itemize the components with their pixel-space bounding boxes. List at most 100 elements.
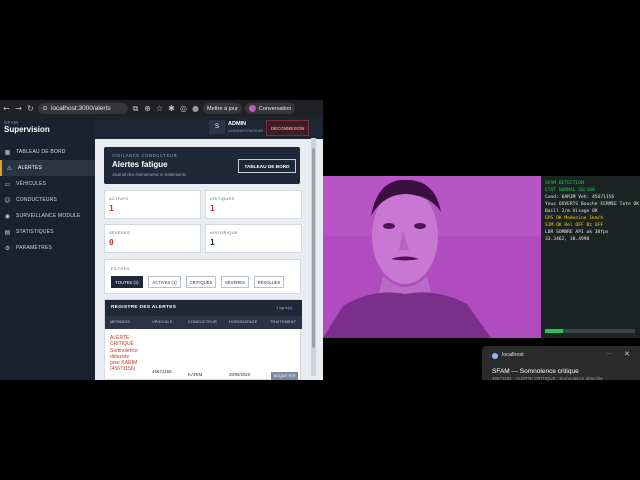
sidebar-item-settings[interactable]: ⚙ PARAMÈTRES <box>0 240 95 256</box>
chart-icon: ▤ <box>4 228 11 236</box>
stat-label: ACTIVES <box>109 196 129 201</box>
notification-title: SFAM — Somnolence critique <box>492 368 579 375</box>
sidebar-item-label: VÉHICULES <box>16 181 47 187</box>
back-icon[interactable]: ← <box>2 104 11 113</box>
user-icon: ☺ <box>4 196 11 204</box>
column-header: MESSAGE <box>110 320 131 324</box>
close-icon[interactable]: ✕ <box>624 350 630 358</box>
filter-resolved-button[interactable]: RÉSOLUES <box>254 276 284 288</box>
filter-severe-button[interactable]: SÉVÈRES <box>221 276 249 288</box>
stat-card-severe: SÉVÈRES 0 <box>104 224 201 253</box>
forward-icon[interactable]: → <box>14 104 23 113</box>
avatar[interactable]: ● <box>191 104 200 113</box>
column-header: TRAITEMENT <box>270 320 297 324</box>
filters-panel: FILTRES TOUTES (1) ACTIVES (1) CRITIQUES… <box>104 259 301 294</box>
extensions-icon[interactable]: ✱ <box>167 104 176 113</box>
brand-title: Supervision <box>4 125 50 134</box>
sidebar-item-statistics[interactable]: ▤ STATISTIQUES <box>0 224 95 240</box>
zoom-icon[interactable]: ⊕ <box>143 104 152 113</box>
stat-label: CRITIQUES <box>210 196 235 201</box>
camera-feed <box>323 176 541 338</box>
acknowledge-button[interactable]: ACQUITTER <box>271 372 298 380</box>
sidebar-item-vehicles[interactable]: ▭ VÉHICULES <box>0 176 95 192</box>
top-bar: S ADMIN ADMINISTRATEUR DÉCONNEXION <box>95 117 323 139</box>
fatigue-progress-fill <box>545 329 563 333</box>
sidebar-item-label: STATISTIQUES <box>16 229 54 235</box>
table-cell-vehicle: 45671156 <box>152 369 172 374</box>
camera-icon: ◉ <box>4 212 11 220</box>
table-title: REGISTRE DES ALERTES <box>111 305 177 310</box>
stat-card-active: ACTIVES 1 <box>104 190 201 219</box>
detection-yawn: Baill 2/m Visage OK <box>545 209 598 214</box>
sidebar-item-label: CONDUCTEURS <box>16 197 58 203</box>
page-kicker: VIGILANCE CONDUCTEUR <box>112 153 178 158</box>
column-header: HORODATAGE <box>229 320 258 324</box>
bookmark-icon[interactable]: ☆ <box>155 104 164 113</box>
stat-card-critical: CRITIQUES 1 <box>205 190 302 219</box>
scrollbar-thumb[interactable] <box>312 148 315 348</box>
admin-name: ADMIN <box>228 121 247 127</box>
driver-face-image <box>323 176 541 338</box>
warning-icon: ⚠ <box>6 164 13 172</box>
gear-icon: ⚙ <box>4 244 11 252</box>
detection-coordinates: 33.3462, 10.4990 <box>545 237 590 242</box>
truck-icon: ▭ <box>4 180 11 188</box>
notification-source: localhost <box>502 352 524 358</box>
sidebar-item-label: SURVEILLANCE MODULE <box>16 213 81 219</box>
admin-role: ADMINISTRATEUR <box>228 128 264 133</box>
detection-driver: Cond: KARIM Veh: 45671156 <box>545 195 615 200</box>
page-header: VIGILANCE CONDUCTEUR Alertes fatigue Jou… <box>104 147 300 184</box>
detection-ldr: LDR SOMBRE API ok 30fps <box>545 230 609 235</box>
sidebar-item-label: ALERTES <box>18 165 43 171</box>
detection-sim: SIM OK Rel OFF Bz OFF <box>545 223 604 228</box>
brand: SFAM Supervision <box>0 117 95 137</box>
conversation-label: Conversation <box>258 105 292 112</box>
detection-state: ETAT NORMAL 20/100 <box>545 188 595 193</box>
sidebar-item-dashboard[interactable]: ▦ TABLEAU DE BORD <box>0 144 95 160</box>
desktop-notification[interactable]: localhost ··· ✕ SFAM — Somnolence critiq… <box>482 346 640 381</box>
sidebar-item-alerts[interactable]: ⚠ ALERTES <box>0 160 95 176</box>
site-info-icon[interactable]: ⊙ <box>42 105 48 112</box>
update-button[interactable]: Mettre à jour <box>203 103 242 114</box>
reload-icon[interactable]: ↻ <box>26 104 35 113</box>
table-cell-driver: KARIM <box>188 372 203 377</box>
dashboard-button[interactable]: TABLEAU DE BORD <box>238 159 296 173</box>
stat-label: SÉVÈRES <box>109 230 130 235</box>
sidebar-item-monitoring[interactable]: ◉ SURVEILLANCE MODULE <box>0 208 95 224</box>
browser-toolbar: ← → ↻ ⊙ localhost:3000/alerts ⧉ ⊕ ☆ ✱ ◎ … <box>0 100 323 117</box>
alerts-table: REGISTRE DES ALERTES 1 ligne(s) MESSAGE … <box>104 299 302 380</box>
update-label: Mettre à jour <box>207 105 238 112</box>
logout-button[interactable]: DÉCONNEXION <box>266 120 309 136</box>
column-header: CONDUCTEUR <box>188 320 217 324</box>
stat-label: HISTORIQUE <box>210 230 238 235</box>
install-icon[interactable]: ⧉ <box>131 104 140 114</box>
detection-gps: GPS OK Medenine 1km/h <box>545 216 604 221</box>
sidebar-item-label: TABLEAU DE BORD <box>16 149 66 155</box>
sidebar-item-drivers[interactable]: ☺ CONDUCTEURS <box>0 192 95 208</box>
page-title: Alertes fatigue <box>112 160 168 169</box>
table-cell-timestamp: 28/06/2026 <box>229 372 250 377</box>
column-header: VÉHICULE <box>152 320 173 324</box>
filter-critical-button[interactable]: CRITIQUES <box>186 276 216 288</box>
row-count: 1 ligne(s) <box>276 305 293 310</box>
detection-face: Yeux OUVERTS Bouche FERMEE Tete OK <box>545 202 640 207</box>
table-header-bar: REGISTRE DES ALERTES 1 ligne(s) <box>105 300 302 316</box>
stat-value: 0 <box>109 238 114 247</box>
detection-panel: SFAM DETECTION ETAT NORMAL 20/100 Cond: … <box>541 176 640 338</box>
address-bar[interactable]: ⊙ localhost:3000/alerts <box>38 103 128 114</box>
more-options-icon[interactable]: ··· <box>606 351 612 357</box>
profile-icon[interactable]: ◎ <box>179 104 188 113</box>
dashboard-icon: ▦ <box>4 148 11 156</box>
sidebar: SFAM Supervision ▦ TABLEAU DE BORD ⚠ ALERT… <box>0 117 95 380</box>
stat-value: 1 <box>210 238 215 247</box>
url-text: localhost:3000/alerts <box>51 105 111 112</box>
notification-body: 45671156 · ALERTE CRITIQUE : Somnolence … <box>492 376 603 381</box>
stat-card-history: HISTORIQUE 1 <box>205 224 302 253</box>
filter-all-button[interactable]: TOUTES (1) <box>111 276 143 288</box>
assistant-icon <box>248 105 256 112</box>
avatar[interactable]: S <box>209 120 225 134</box>
sidebar-item-label: PARAMÈTRES <box>16 245 53 251</box>
filter-active-button[interactable]: ACTIVES (1) <box>148 276 181 288</box>
conversation-button[interactable]: Conversation <box>244 103 296 114</box>
detection-title: SFAM DETECTION <box>545 181 584 186</box>
